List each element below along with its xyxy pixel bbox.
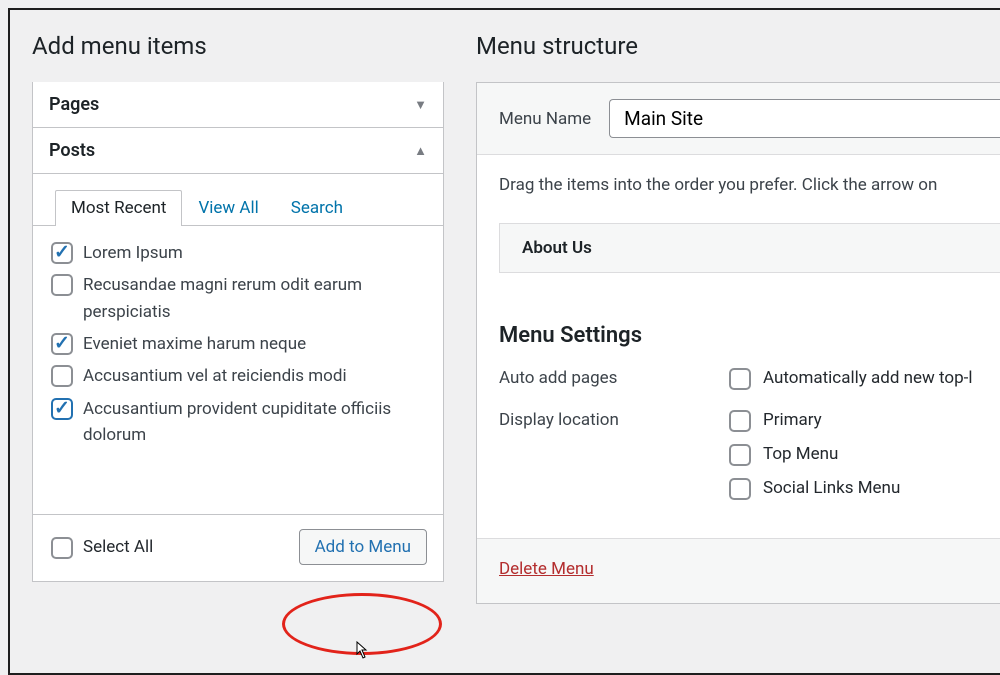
post-item-checkbox[interactable] — [51, 274, 73, 296]
display-location-checkbox[interactable] — [729, 410, 751, 432]
tab-search[interactable]: Search — [275, 190, 359, 226]
auto-add-pages-label: Auto add pages — [499, 366, 729, 390]
post-item-checkbox[interactable] — [51, 398, 73, 420]
add-to-menu-button[interactable]: Add to Menu — [299, 529, 427, 565]
menu-settings-heading: Menu Settings — [499, 323, 1000, 348]
display-location-label: Display location — [499, 408, 729, 500]
auto-add-checkbox[interactable] — [729, 368, 751, 390]
caret-up-icon: ▲ — [414, 143, 427, 159]
post-item-label: Accusantium provident cupiditate officii… — [83, 396, 431, 449]
select-all-checkbox[interactable] — [51, 537, 73, 559]
post-item-checkbox[interactable] — [51, 333, 73, 355]
delete-menu-link[interactable]: Delete Menu — [499, 559, 594, 579]
post-item-label: Eveniet maxime harum neque — [83, 331, 306, 357]
tab-most-recent[interactable]: Most Recent — [55, 190, 182, 226]
post-item[interactable]: Accusantium vel at reiciendis modi — [51, 363, 431, 389]
display-location-checkbox[interactable] — [729, 478, 751, 500]
menu-structure-panel: Menu Name Drag the items into the order … — [476, 82, 1000, 604]
pages-toggle[interactable]: Pages ▼ — [33, 82, 443, 128]
post-item[interactable]: Eveniet maxime harum neque — [51, 331, 431, 357]
post-item-label: Recusandae magni rerum odit earum perspi… — [83, 272, 431, 325]
drag-hint-text: Drag the items into the order you prefer… — [499, 175, 1000, 195]
display-location-label: Primary — [763, 410, 822, 430]
select-all-label: Select All — [83, 537, 153, 557]
display-location-checkbox[interactable] — [729, 444, 751, 466]
post-item[interactable]: Recusandae magni rerum odit earum perspi… — [51, 272, 431, 325]
post-item[interactable]: Lorem Ipsum — [51, 240, 431, 266]
tab-view-all[interactable]: View All — [182, 190, 274, 226]
display-location-label: Top Menu — [763, 444, 838, 464]
select-all[interactable]: Select All — [51, 535, 153, 559]
display-location-option[interactable]: Primary — [729, 408, 900, 432]
post-item[interactable]: Accusantium provident cupiditate officii… — [51, 396, 431, 449]
menu-name-input[interactable] — [609, 99, 1000, 138]
auto-add-option[interactable]: Automatically add new top-l — [729, 366, 973, 390]
pages-postbox: Pages ▼ Posts ▲ Most Recent View All Sea… — [32, 82, 444, 582]
posts-body: Most Recent View All Search Lorem Ipsum R… — [33, 174, 443, 581]
posts-toggle[interactable]: Posts ▲ — [33, 127, 443, 174]
auto-add-option-label: Automatically add new top-l — [763, 368, 973, 388]
post-item-checkbox[interactable] — [51, 365, 73, 387]
posts-items-scroll[interactable]: Lorem Ipsum Recusandae magni rerum odit e… — [33, 225, 443, 515]
posts-tabs: Most Recent View All Search — [39, 190, 443, 226]
add-menu-items-heading: Add menu items — [32, 32, 444, 60]
post-item-label: Accusantium vel at reiciendis modi — [83, 363, 347, 389]
caret-down-icon: ▼ — [414, 97, 427, 113]
display-location-option[interactable]: Social Links Menu — [729, 476, 900, 500]
menu-structure-heading: Menu structure — [476, 32, 1000, 60]
pages-label: Pages — [49, 94, 99, 115]
display-location-option[interactable]: Top Menu — [729, 442, 900, 466]
post-item-checkbox[interactable] — [51, 242, 73, 264]
post-item-label: Lorem Ipsum — [83, 240, 183, 266]
menu-item-about-us[interactable]: About Us — [499, 223, 1000, 273]
display-location-label: Social Links Menu — [763, 478, 900, 498]
menu-name-label: Menu Name — [499, 109, 591, 129]
posts-label: Posts — [49, 140, 95, 161]
